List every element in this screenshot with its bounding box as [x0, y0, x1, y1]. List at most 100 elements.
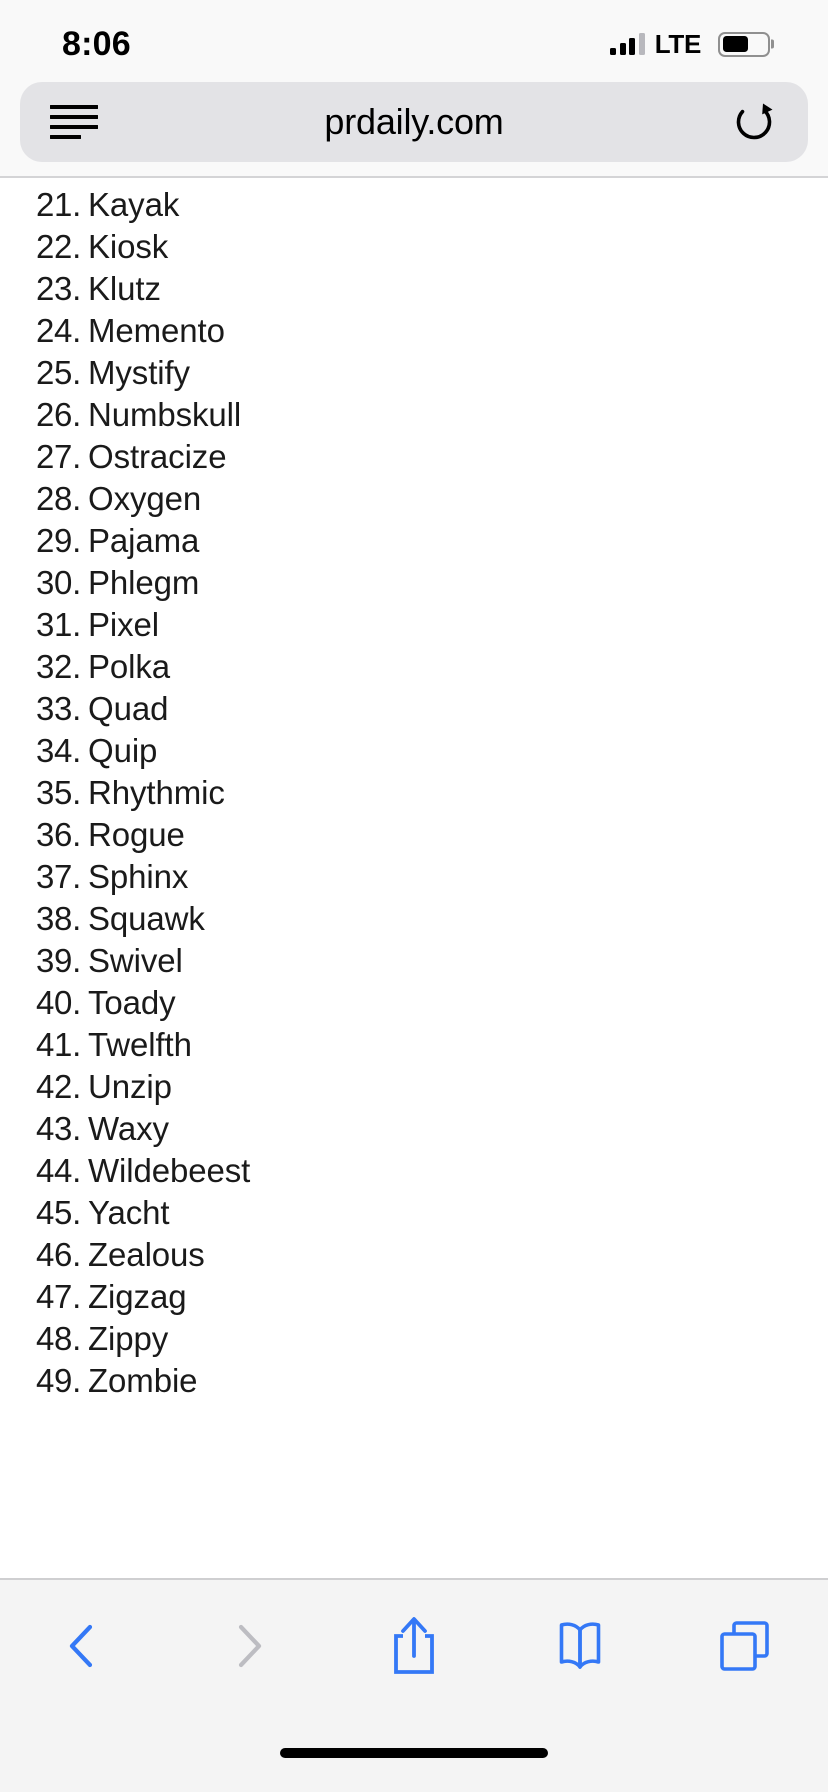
list-item-number: 45. — [36, 1194, 81, 1231]
list-item-number: 33. — [36, 690, 81, 727]
tabs-button[interactable] — [662, 1606, 828, 1686]
list-item: 32. Polka — [0, 646, 828, 688]
list-item-number: 49. — [36, 1362, 81, 1399]
address-bar[interactable]: prdaily.com — [20, 82, 808, 162]
list-item-label: Swivel — [88, 942, 183, 979]
list-item-label: Sphinx — [88, 858, 189, 895]
list-item-number: 24. — [36, 312, 81, 349]
list-item-label: Polka — [88, 648, 171, 685]
list-item: 43. Waxy — [0, 1108, 828, 1150]
status-bar-clock: 8:06 — [62, 24, 131, 63]
list-item: 36. Rogue — [0, 814, 828, 856]
list-item-label: Memento — [88, 312, 225, 349]
list-item-label: Numbskull — [88, 396, 242, 433]
back-button[interactable] — [0, 1606, 166, 1686]
bookmarks-icon — [559, 1622, 600, 1669]
list-item: 29. Pajama — [0, 520, 828, 562]
list-item-number: 23. — [36, 270, 81, 307]
list-item: 22. Kiosk — [0, 226, 828, 268]
list-item-label: Kayak — [88, 186, 180, 223]
forward-button — [166, 1606, 332, 1686]
safari-browser-screen: 8:06 LTE prdaily.com 21. Kayak 22. Kiosk… — [0, 0, 828, 1792]
list-item-label: Pixel — [88, 606, 160, 643]
list-item-label: Zigzag — [88, 1278, 187, 1315]
tabs-icon — [720, 1621, 769, 1671]
list-item-label: Oxygen — [88, 480, 202, 517]
list-item-number: 30. — [36, 564, 81, 601]
list-item-number: 29. — [36, 522, 81, 559]
bookmarks-button[interactable] — [497, 1606, 663, 1686]
reader-view-icon[interactable] — [50, 105, 98, 139]
list-item: 25. Mystify — [0, 352, 828, 394]
status-bar-indicators: LTE — [610, 28, 774, 60]
list-item-label: Zombie — [88, 1362, 198, 1399]
list-item-label: Rhythmic — [88, 774, 225, 811]
list-item-label: Quip — [88, 732, 158, 769]
list-item-number: 43. — [36, 1110, 81, 1147]
share-button[interactable] — [331, 1606, 497, 1686]
list-item: 48. Zippy — [0, 1318, 828, 1360]
network-type-label: LTE — [654, 28, 702, 59]
list-item-label: Yacht — [88, 1194, 170, 1231]
list-item-label: Phlegm — [88, 564, 200, 601]
list-item-number: 46. — [36, 1236, 81, 1273]
list-item-number: 47. — [36, 1278, 81, 1315]
list-item: 33. Quad — [0, 688, 828, 730]
list-item-number: 34. — [36, 732, 81, 769]
list-item-label: Waxy — [88, 1110, 169, 1147]
bottom-toolbar — [0, 1580, 828, 1740]
list-item-number: 42. — [36, 1068, 81, 1105]
list-item-number: 27. — [36, 438, 81, 475]
list-item: 30. Phlegm — [0, 562, 828, 604]
list-item-label: Quad — [88, 690, 169, 727]
battery-icon — [718, 31, 774, 57]
list-item: 37. Sphinx — [0, 856, 828, 898]
list-item: 21. Kayak — [0, 184, 828, 226]
list-item: 31. Pixel — [0, 604, 828, 646]
list-item-number: 28. — [36, 480, 81, 517]
list-item-number: 25. — [36, 354, 81, 391]
list-item: 45. Yacht — [0, 1192, 828, 1234]
list-item: 27. Ostracize — [0, 436, 828, 478]
list-item-number: 38. — [36, 900, 81, 937]
list-item: 28. Oxygen — [0, 478, 828, 520]
list-item-label: Rogue — [88, 816, 185, 853]
list-item: 35. Rhythmic — [0, 772, 828, 814]
list-item: 49. Zombie — [0, 1360, 828, 1402]
share-icon — [394, 1617, 434, 1674]
list-item-label: Wildebeest — [88, 1152, 251, 1189]
list-item-label: Klutz — [88, 270, 161, 307]
list-item-label: Unzip — [88, 1068, 172, 1105]
list-item-number: 37. — [36, 858, 81, 895]
list-item-number: 21. — [36, 186, 81, 223]
url-text: prdaily.com — [324, 101, 504, 142]
home-indicator-area — [0, 1740, 828, 1792]
list-item-number: 41. — [36, 1026, 81, 1063]
list-item-label: Mystify — [88, 354, 190, 391]
status-bar: 8:06 LTE — [0, 0, 828, 82]
list-item-label: Pajama — [88, 522, 200, 559]
list-item: 40. Toady — [0, 982, 828, 1024]
list-item-label: Squawk — [88, 900, 205, 937]
list-item: 46. Zealous — [0, 1234, 828, 1276]
word-list: 21. Kayak 22. Kiosk 23. Klutz 24. Memento 25. Mys… — [0, 184, 828, 1402]
list-item-number: 22. — [36, 228, 81, 265]
list-item-number: 26. — [36, 396, 81, 433]
forward-icon — [239, 1624, 262, 1668]
list-item-number: 31. — [36, 606, 81, 643]
list-item-label: Zealous — [88, 1236, 205, 1273]
home-indicator[interactable] — [280, 1748, 548, 1758]
list-item-number: 35. — [36, 774, 81, 811]
list-item-label: Kiosk — [88, 228, 169, 265]
back-icon — [69, 1624, 92, 1668]
list-item-label: Ostracize — [88, 438, 227, 475]
list-item-number: 40. — [36, 984, 81, 1021]
list-item: 47. Zigzag — [0, 1276, 828, 1318]
list-item-number: 32. — [36, 648, 81, 685]
reload-icon[interactable] — [730, 98, 778, 146]
list-item-label: Twelfth — [88, 1026, 192, 1063]
page-content: 21. Kayak 22. Kiosk 23. Klutz 24. Memento 25. Mys… — [0, 178, 828, 1578]
list-item: 44. Wildebeest — [0, 1150, 828, 1192]
list-item: 23. Klutz — [0, 268, 828, 310]
list-item-number: 39. — [36, 942, 81, 979]
